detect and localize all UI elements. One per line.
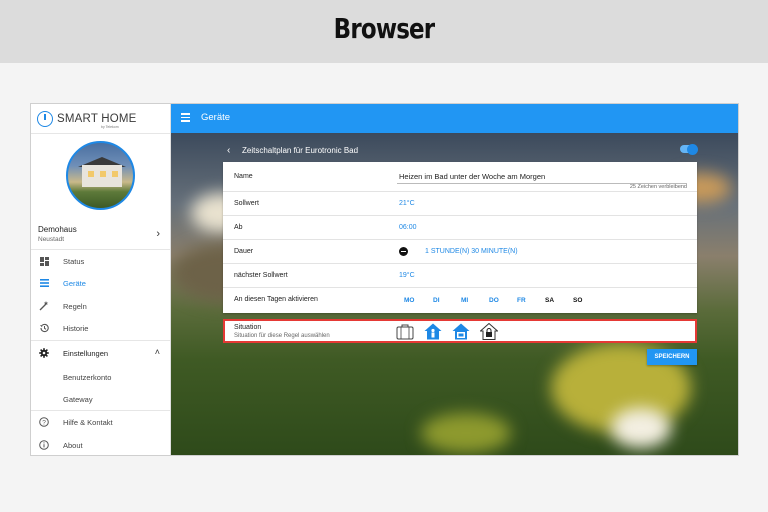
sidebar-item-gateway[interactable]: Gateway — [31, 388, 170, 410]
next-sollwert-label: nächster Sollwert — [234, 272, 288, 279]
day-mi[interactable]: MI — [461, 297, 468, 304]
schedule-toggle[interactable] — [680, 143, 698, 155]
row-next-sollwert[interactable]: nächster Sollwert 19°C — [223, 264, 697, 288]
magic-wand-icon — [39, 301, 49, 311]
back-arrow-icon[interactable]: ‹ — [227, 145, 230, 156]
schedule-form: Name Heizen im Bad unter der Woche am Mo… — [223, 162, 697, 313]
sidebar-item-historie[interactable]: Historie — [31, 317, 170, 339]
sidebar-item-hilfe[interactable]: ? Hilfe & Kontakt — [31, 411, 170, 433]
dashboard-icon — [39, 256, 49, 266]
ab-label: Ab — [234, 224, 243, 231]
dauer-value[interactable]: 1 STUNDE(N) 30 MINUTE(N) — [425, 248, 518, 255]
home-avatar — [66, 141, 135, 210]
sidebar-item-regeln[interactable]: Regeln — [31, 295, 170, 317]
sollwert-value[interactable]: 21°C — [399, 200, 415, 207]
minus-icon[interactable] — [399, 247, 408, 256]
app-bar: Geräte — [171, 104, 738, 133]
app-logo[interactable]: SMART HOME by Telekom — [37, 109, 137, 129]
dauer-label: Dauer — [234, 248, 254, 255]
top-band: Browser — [0, 0, 768, 63]
sidebar-item-geraete[interactable]: Geräte — [31, 272, 170, 294]
ab-value[interactable]: 06:00 — [399, 224, 417, 231]
row-ab[interactable]: Ab 06:00 — [223, 216, 697, 240]
history-icon — [39, 323, 49, 333]
sidebar-item-label: Geräte — [63, 278, 86, 288]
situation-row: Situation Situation für diese Regel ausw… — [223, 319, 697, 343]
sidebar-item-benutzerkonto[interactable]: Benutzerkonto — [31, 366, 170, 388]
list-icon — [39, 278, 49, 288]
main-area: Geräte ‹ Zeitschaltplan für Eurotronic B… — [171, 104, 738, 455]
info-icon — [39, 440, 49, 450]
row-sollwert[interactable]: Sollwert 21°C — [223, 192, 697, 216]
day-sa[interactable]: SA — [545, 297, 554, 304]
day-fr[interactable]: FR — [517, 297, 526, 304]
page-heading: Browser — [333, 12, 435, 45]
home-title: Demohaus — [38, 225, 77, 234]
home-lock-icon[interactable] — [479, 322, 499, 340]
sidebar-item-label: Status — [63, 256, 85, 266]
sidebar: SMART HOME by Telekom Demohaus Neustadt … — [31, 104, 171, 455]
day-di[interactable]: DI — [433, 297, 440, 304]
divider — [31, 340, 170, 341]
name-input[interactable]: Heizen im Bad unter der Woche am Morgen — [399, 172, 545, 181]
app-bar-title: Geräte — [201, 112, 231, 123]
home-away-icon[interactable] — [452, 323, 470, 340]
situation-label: Situation — [234, 324, 262, 331]
home-subtitle: Neustadt — [38, 236, 65, 243]
day-so[interactable]: SO — [573, 297, 582, 304]
logo-name: SMART HOME — [57, 113, 137, 125]
sidebar-item-label: Hilfe & Kontakt — [63, 417, 113, 427]
power-icon — [37, 111, 53, 127]
gear-icon — [39, 348, 49, 358]
sidebar-item-status[interactable]: Status — [31, 250, 170, 272]
name-hint: 25 Zeichen verbleibend — [629, 184, 687, 190]
name-label: Name — [234, 173, 253, 180]
sidebar-item-label: Regeln — [63, 301, 87, 311]
situation-subtitle: Situation für diese Regel auswählen — [234, 333, 330, 339]
chevron-right-icon: › — [156, 228, 160, 240]
row-name: Name Heizen im Bad unter der Woche am Mo… — [223, 162, 697, 192]
sollwert-label: Sollwert — [234, 200, 259, 207]
menu-icon[interactable] — [181, 113, 190, 122]
app-window: SMART HOME by Telekom Demohaus Neustadt … — [30, 103, 739, 456]
home-person-icon[interactable] — [424, 323, 442, 340]
help-icon: ? — [39, 417, 49, 427]
sidebar-item-label: Gateway — [63, 394, 93, 404]
sidebar-item-label: Einstellungen — [63, 348, 109, 358]
schedule-header: ‹ Zeitschaltplan für Eurotronic Bad — [223, 142, 697, 162]
sidebar-item-label: Historie — [63, 323, 89, 333]
home-selector[interactable]: Demohaus Neustadt › — [31, 218, 170, 250]
row-days: An diesen Tagen aktivieren MO DI MI DO F… — [223, 288, 697, 313]
chevron-up-icon: ˄ — [154, 347, 160, 357]
divider — [31, 133, 170, 134]
sidebar-item-label: Benutzerkonto — [63, 372, 112, 382]
svg-text:?: ? — [42, 419, 46, 426]
save-button[interactable]: SPEICHERN — [647, 349, 697, 365]
days-label: An diesen Tagen aktivieren — [234, 296, 318, 303]
sidebar-item-einstellungen[interactable]: Einstellungen ˄ — [31, 342, 170, 364]
sidebar-item-about[interactable]: About — [31, 434, 170, 455]
suitcase-icon[interactable] — [396, 323, 414, 340]
logo-by: by Telekom — [101, 125, 119, 129]
row-dauer[interactable]: Dauer 1 STUNDE(N) 30 MINUTE(N) — [223, 240, 697, 264]
day-do[interactable]: DO — [489, 297, 499, 304]
schedule-title: Zeitschaltplan für Eurotronic Bad — [242, 146, 359, 155]
sidebar-item-label: About — [63, 440, 83, 450]
day-mo[interactable]: MO — [404, 297, 414, 304]
next-sollwert-value[interactable]: 19°C — [399, 272, 415, 279]
